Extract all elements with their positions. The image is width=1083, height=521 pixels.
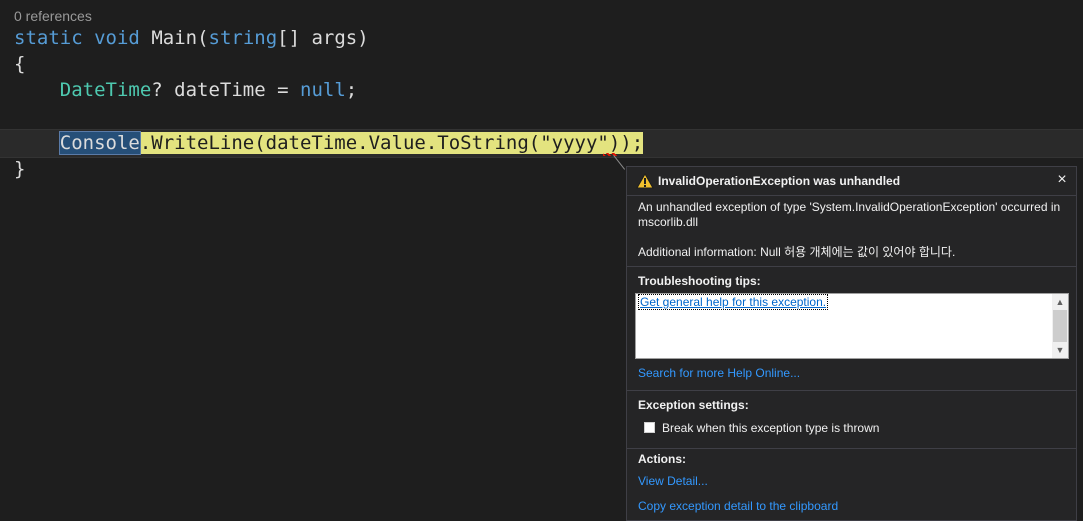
break-when-thrown-checkbox[interactable] bbox=[644, 422, 655, 433]
code-line-5: } bbox=[14, 158, 26, 180]
exception-settings-section: Exception settings: bbox=[627, 390, 1076, 449]
statement-end: )); bbox=[608, 132, 644, 154]
break-when-thrown-label[interactable]: Break when this exception type is thrown bbox=[662, 421, 879, 435]
semicolon: ; bbox=[345, 79, 358, 101]
scroll-down-arrow-icon[interactable]: ▼ bbox=[1052, 343, 1068, 357]
code-line-1: static void Main(string[] args) bbox=[14, 25, 369, 51]
view-detail-link[interactable]: View Detail... bbox=[638, 474, 708, 488]
exception-helper-popup: InvalidOperationException was unhandled … bbox=[626, 166, 1077, 521]
troubleshooting-tips-list[interactable]: Get general help for this exception. ▲ ▼ bbox=[635, 293, 1069, 359]
scroll-up-arrow-icon[interactable]: ▲ bbox=[1052, 295, 1068, 309]
declaration-text: ? dateTime = bbox=[151, 79, 300, 101]
close-icon[interactable]: × bbox=[1054, 171, 1070, 189]
current-statement-highlight: Console.WriteLine(dateTime.Value.ToStrin… bbox=[58, 131, 644, 155]
exception-message: An unhandled exception of type 'System.I… bbox=[638, 200, 1061, 229]
keyword-void: void bbox=[94, 27, 140, 49]
selected-token-console: Console bbox=[58, 131, 141, 155]
general-help-link[interactable]: Get general help for this exception. bbox=[637, 294, 829, 310]
code-line-2: { bbox=[14, 53, 26, 75]
exception-title: InvalidOperationException was unhandled bbox=[658, 174, 901, 188]
troubleshooting-heading: Troubleshooting tips: bbox=[638, 274, 761, 288]
code-line-4: Console.WriteLine(dateTime.Value.ToStrin… bbox=[14, 130, 644, 156]
method-params: [] args) bbox=[277, 27, 369, 49]
copy-exception-detail-link[interactable]: Copy exception detail to the clipboard bbox=[638, 499, 838, 513]
additional-information: Additional information: Null 허용 개체에는 값이 … bbox=[638, 245, 956, 259]
popup-header: InvalidOperationException was unhandled … bbox=[627, 167, 1076, 196]
method-name: Main( bbox=[151, 27, 209, 49]
exception-settings-heading: Exception settings: bbox=[638, 398, 749, 412]
keyword-null: null bbox=[300, 79, 346, 101]
type-datetime: DateTime bbox=[59, 79, 152, 101]
tips-scrollbar[interactable]: ▲ ▼ bbox=[1052, 294, 1068, 358]
warning-triangle-icon bbox=[636, 172, 654, 189]
exception-message-section: An unhandled exception of type 'System.I… bbox=[627, 195, 1076, 267]
codelens-references[interactable]: 0 references bbox=[14, 8, 92, 24]
actions-heading: Actions: bbox=[638, 452, 686, 466]
keyword-static: static bbox=[14, 27, 83, 49]
statement-call: .WriteLine(dateTime.Value.ToString( bbox=[139, 132, 541, 154]
scroll-thumb[interactable] bbox=[1053, 310, 1067, 342]
search-help-online-link[interactable]: Search for more Help Online... bbox=[638, 366, 800, 380]
string-literal: "yyyy" bbox=[540, 132, 609, 154]
keyword-string: string bbox=[208, 27, 278, 49]
code-line-3: DateTime? dateTime = null; bbox=[14, 77, 357, 103]
